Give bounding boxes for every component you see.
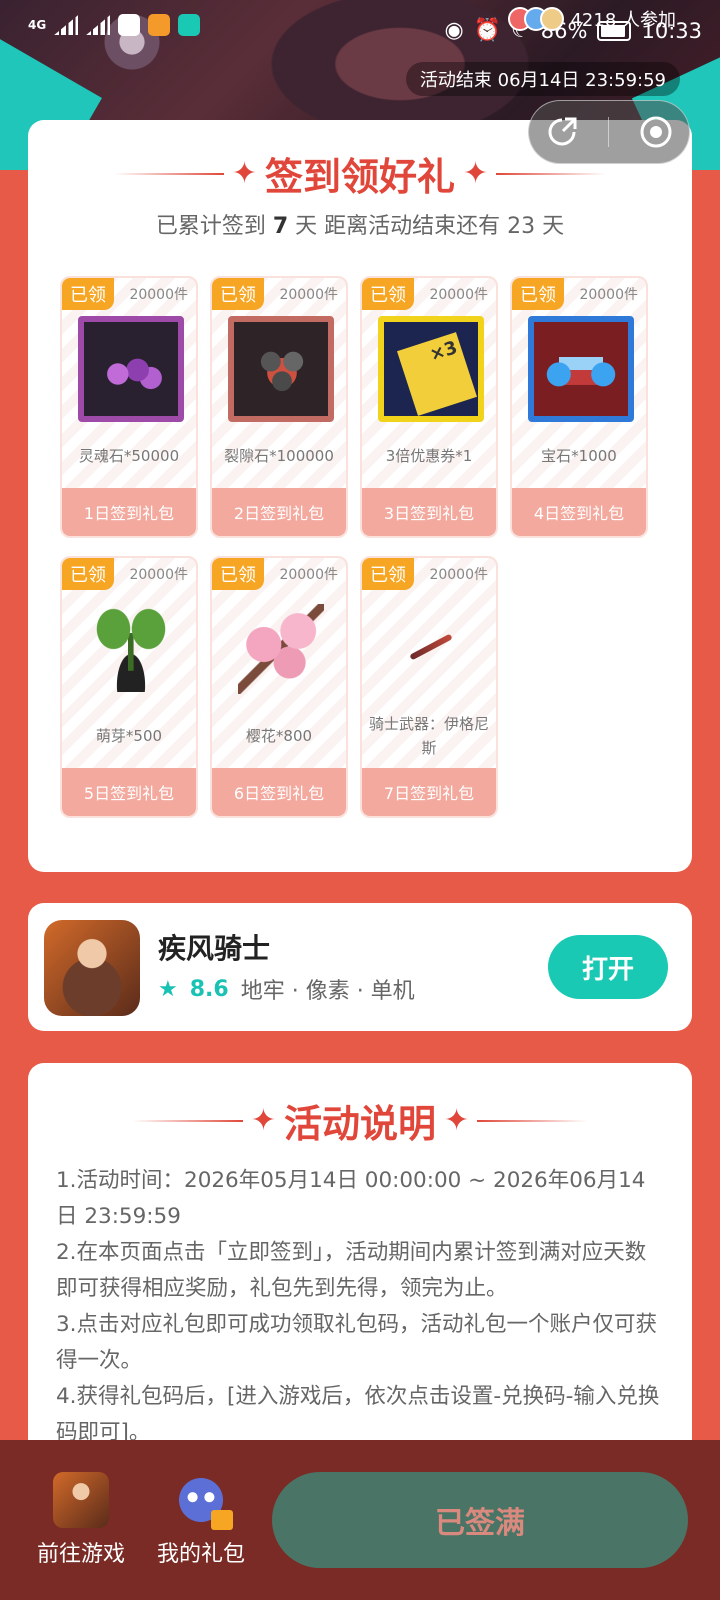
soul-stone-icon [78, 316, 184, 422]
sprout-icon [78, 596, 184, 702]
claimed-tag: 已领 [362, 558, 414, 590]
sword-icon [378, 596, 484, 702]
participants-indicator: 4218 人参加 [508, 6, 676, 32]
sparkle-icon: ✦ [463, 156, 489, 191]
progress-suffix: 天 距离活动结束还有 23 天 [295, 214, 565, 239]
sparkle-icon: ✦ [231, 156, 257, 191]
gift-stock: 20000件 [429, 287, 488, 303]
game-card[interactable]: 疾风骑士 ★ 8.6 地牢 · 像素 · 单机 打开 [28, 903, 692, 1031]
title-decoration [132, 1119, 243, 1122]
gift-name: 裂隙石*100000 [224, 447, 334, 465]
app-notification-icon [118, 14, 141, 36]
gift-day-label: 4日签到礼包 [512, 488, 646, 536]
gift-card-day1[interactable]: 已领 20000件 灵魂石*50000 1日签到礼包 [60, 276, 198, 538]
gift-stock: 20000件 [429, 567, 488, 583]
game-meta: ★ 8.6 地牢 · 像素 · 单机 [158, 973, 415, 1005]
alarm-icon: ⏰ [473, 18, 502, 43]
my-gifts-button[interactable]: 我的礼包 [146, 1472, 256, 1568]
gift-stock: 20000件 [279, 287, 338, 303]
sakura-icon [228, 596, 334, 702]
gift-name: 萌芽*500 [95, 727, 163, 745]
signin-card: ✦ 签到领好礼 ✦ 已累计签到 7 天 距离活动结束还有 23 天 已领 200… [28, 120, 692, 872]
rules-text: 1.活动时间：2026年05月14日 00:00:00 ~ 2026年06月14… [56, 1163, 664, 1451]
game-icon[interactable] [44, 920, 140, 1016]
claimed-tag: 已领 [62, 558, 114, 590]
close-miniprogram-button[interactable] [636, 112, 676, 152]
signal-icon [86, 15, 111, 35]
gift-day-label: 3日签到礼包 [362, 488, 496, 536]
signin-progress: 已累计签到 7 天 距离活动结束还有 23 天 [28, 208, 692, 240]
go-to-game-button[interactable]: 前往游戏 [26, 1472, 136, 1568]
rules-title-text: 活动说明 [283, 1102, 436, 1146]
game-icon [53, 1472, 109, 1528]
sparkle-icon: ✦ [250, 1103, 276, 1138]
gift-card-day2[interactable]: 已领 20000件 裂隙石*100000 2日签到礼包 [210, 276, 348, 538]
game-tags: 地牢 · 像素 · 单机 [240, 979, 415, 1004]
gift-stock: 20000件 [579, 287, 638, 303]
title-decoration [477, 1119, 588, 1122]
bottom-action-bar: 前往游戏 我的礼包 已签满 [0, 1440, 720, 1600]
progress-days: 7 [272, 214, 289, 239]
game-name: 疾风骑士 [158, 932, 271, 965]
rule-line: 1.活动时间：2026年05月14日 00:00:00 ~ 2026年06月14… [56, 1168, 646, 1229]
open-game-button[interactable]: 打开 [548, 935, 668, 999]
coupon-icon [378, 316, 484, 422]
target-icon [640, 116, 672, 148]
sparkle-icon: ✦ [444, 1103, 470, 1138]
gift-card-day7[interactable]: 已领 20000件 骑士武器：伊格尼斯 7日签到礼包 [360, 556, 498, 818]
signin-title-text: 签到领好礼 [264, 155, 455, 199]
game-rating: 8.6 [189, 976, 229, 1002]
gift-name: 宝石*1000 [541, 447, 617, 465]
claimed-tag: 已领 [362, 278, 414, 310]
activity-end-time: 活动结束 06月14日 23:59:59 [405, 62, 680, 96]
progress-prefix: 已累计签到 [155, 214, 266, 239]
gift-day-label: 5日签到礼包 [62, 768, 196, 816]
rules-title: ✦ 活动说明 ✦ [28, 1093, 692, 1148]
eye-icon: ◉ [444, 18, 464, 43]
status-left: 4G [28, 14, 201, 36]
claimed-tag: 已领 [212, 558, 264, 590]
claimed-tag: 已领 [62, 278, 114, 310]
gift-card-day3[interactable]: 已领 20000件 3倍优惠券*1 3日签到礼包 [360, 276, 498, 538]
network-label: 4G [28, 18, 47, 32]
claimed-tag: 已领 [212, 278, 264, 310]
gift-day-label: 7日签到礼包 [362, 768, 496, 816]
gift-card-day6[interactable]: 已领 20000件 樱花*800 6日签到礼包 [210, 556, 348, 818]
share-button[interactable] [542, 112, 582, 152]
gift-card-day5[interactable]: 已领 20000件 萌芽*500 5日签到礼包 [60, 556, 198, 818]
star-icon: ★ [158, 976, 178, 1002]
my-gifts-label: 我的礼包 [156, 1542, 245, 1567]
rule-line: 2.在本页面点击「立即签到」，活动期间内累计签到满对应天数即可获得相应奖励，礼包… [56, 1240, 647, 1301]
gift-name: 灵魂石*50000 [78, 447, 180, 465]
gift-stock: 20000件 [129, 287, 188, 303]
gift-day-label: 2日签到礼包 [212, 488, 346, 536]
gem-chest-icon [528, 316, 634, 422]
gift-day-label: 1日签到礼包 [62, 488, 196, 536]
gift-stock: 20000件 [129, 567, 188, 583]
taptap-icon [178, 14, 201, 36]
gift-card-day4[interactable]: 已领 20000件 宝石*1000 4日签到礼包 [510, 276, 648, 538]
claimed-tag: 已领 [512, 278, 564, 310]
avatar [540, 7, 565, 31]
rift-stone-icon [228, 316, 334, 422]
participant-avatars [508, 7, 565, 31]
rule-line: 3.点击对应礼包即可成功领取礼包码，活动礼包一个账户仅可获得一次。 [56, 1312, 658, 1373]
share-icon [548, 117, 577, 146]
gift-robot-icon [173, 1472, 233, 1530]
miniprogram-capsule [528, 100, 690, 164]
signal-icon [54, 15, 79, 35]
app-notification-icon [148, 14, 171, 36]
gift-day-label: 6日签到礼包 [212, 768, 346, 816]
go-to-game-label: 前往游戏 [36, 1542, 125, 1567]
gift-name: 骑士武器：伊格尼斯 [368, 715, 489, 757]
gift-name: 3倍优惠券*1 [385, 447, 473, 465]
gift-stock: 20000件 [279, 567, 338, 583]
capsule-divider [608, 117, 610, 147]
title-decoration [113, 172, 224, 175]
title-decoration [496, 172, 607, 175]
gift-name: 樱花*800 [245, 727, 313, 745]
signed-full-button[interactable]: 已签满 [272, 1472, 688, 1568]
participants-count: 4218 人参加 [570, 10, 676, 31]
